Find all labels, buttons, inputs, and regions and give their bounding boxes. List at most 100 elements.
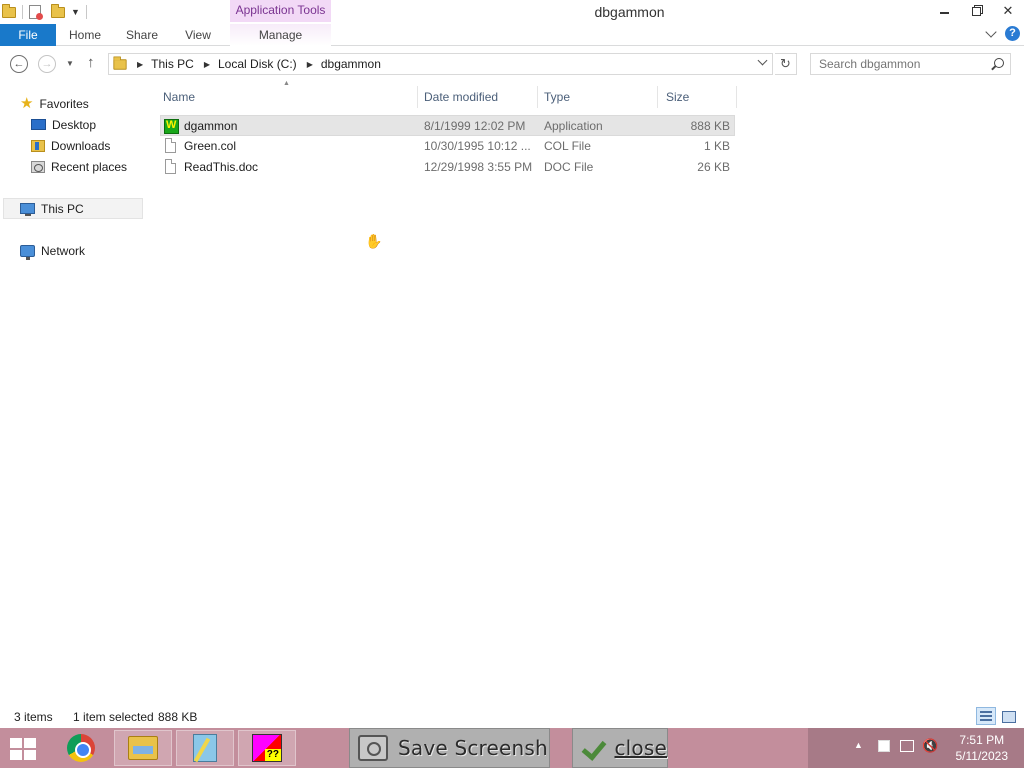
refresh-icon: ↻ — [780, 56, 791, 71]
start-button[interactable] — [10, 738, 38, 760]
nav-recent-places[interactable]: Recent places — [31, 156, 127, 177]
nav-network-label: Network — [41, 243, 86, 258]
taskbar-game[interactable]: ?? — [238, 730, 296, 766]
restore-icon — [971, 6, 981, 16]
save-screenshot-button[interactable]: Save Screenshot — [349, 728, 550, 768]
file-row-green-col[interactable]: Green.col 10/30/1995 10:12 ... COL File … — [160, 136, 735, 157]
tab-manage[interactable]: Manage — [230, 24, 331, 46]
recent-locations-dropdown-icon[interactable]: ▼ — [66, 59, 74, 68]
action-center-flag-icon[interactable] — [878, 740, 890, 752]
clock-date: 5/11/2023 — [955, 749, 1009, 763]
close-window-button[interactable]: ✕ — [992, 0, 1024, 22]
folder-icon — [113, 55, 127, 70]
address-bar[interactable]: ▶ This PC ▶ Local Disk (C:) ▶ dbgammon — [108, 53, 773, 75]
navigation-bar: ← → ▼ ↑ ▶ This PC ▶ Local Disk (C:) ▶ db… — [0, 46, 1024, 82]
large-icons-view-button[interactable] — [998, 707, 1018, 725]
taskbar: ?? Save Screenshot close ▲ 🔇 7:51 PM 5/1… — [0, 728, 1024, 768]
forward-button[interactable]: → — [38, 55, 56, 73]
refresh-button[interactable]: ↻ — [775, 53, 797, 75]
search-input[interactable] — [811, 54, 981, 74]
ribbon-tab-bar: File Home Share View Manage ? — [0, 24, 1024, 46]
tab-view[interactable]: View — [178, 24, 218, 46]
taskbar-notepad[interactable] — [176, 730, 234, 766]
show-hidden-icons-icon[interactable]: ▲ — [854, 740, 863, 750]
document-icon — [165, 159, 176, 174]
file-name: dgammon — [184, 119, 238, 133]
recent-places-icon — [31, 160, 45, 173]
clock-time: 7:51 PM — [959, 733, 1005, 747]
arrow-right-icon: → — [41, 58, 53, 70]
status-bar: 3 items 1 item selected 888 KB — [0, 706, 1024, 728]
column-header-type[interactable]: Type — [536, 86, 658, 108]
nav-favorites[interactable]: ★ Favorites — [20, 93, 89, 114]
breadcrumb-local-disk[interactable]: Local Disk (C:) — [218, 57, 297, 71]
status-selection-size: 888 KB — [158, 710, 198, 724]
file-row-readthis-doc[interactable]: ReadThis.doc 12/29/1998 3:55 PM DOC File… — [160, 157, 735, 178]
windows-logo-icon — [24, 750, 36, 760]
taskbar-file-explorer[interactable] — [114, 730, 172, 766]
volume-muted-icon[interactable]: 🔇 — [922, 738, 938, 754]
close-button[interactable]: close — [572, 728, 668, 768]
nav-downloads[interactable]: Downloads — [31, 135, 110, 156]
taskbar-chrome[interactable] — [52, 730, 110, 766]
file-date: 8/1/1999 12:02 PM — [424, 119, 526, 133]
back-button[interactable]: ← — [10, 55, 28, 73]
camera-icon — [358, 735, 388, 761]
column-header-date-modified[interactable]: Date modified — [416, 86, 538, 108]
file-date: 10/30/1995 10:12 ... — [424, 139, 531, 153]
checkmark-icon — [583, 737, 602, 759]
tab-share[interactable]: Share — [120, 24, 164, 46]
system-tray: ▲ 🔇 7:51 PM 5/11/2023 — [808, 728, 1024, 768]
file-size: 888 KB — [690, 119, 730, 133]
nav-this-pc[interactable]: This PC — [20, 198, 84, 219]
file-row-dgammon[interactable]: dgammon 8/1/1999 12:02 PM Application 88… — [160, 115, 735, 136]
chevron-right-icon[interactable]: ▶ — [137, 60, 143, 69]
window-controls: ✕ — [928, 0, 1024, 24]
arrow-left-icon: ← — [13, 58, 25, 70]
windows-logo-icon — [24, 738, 36, 748]
computer-icon — [20, 203, 35, 216]
nav-recent-label: Recent places — [51, 159, 128, 174]
status-selection: 1 item selected — [73, 710, 154, 724]
nav-downloads-label: Downloads — [51, 138, 111, 153]
windows-logo-icon — [10, 738, 22, 748]
search-icon[interactable] — [994, 58, 1004, 68]
clock[interactable]: 7:51 PM 5/11/2023 — [956, 732, 1009, 764]
window-title: dbgammon — [594, 4, 665, 20]
file-name: Green.col — [184, 139, 237, 153]
close-label: close — [614, 736, 667, 760]
windows-logo-icon — [10, 750, 22, 760]
minimize-icon — [939, 12, 949, 14]
help-icon[interactable]: ? — [1005, 26, 1020, 41]
breadcrumb-this-pc[interactable]: This PC — [151, 57, 194, 71]
restore-button[interactable] — [960, 0, 992, 22]
nav-favorites-label: Favorites — [39, 96, 89, 111]
expand-ribbon-icon[interactable] — [985, 25, 997, 38]
tab-file[interactable]: File — [0, 24, 56, 46]
game-icon-text: ?? — [264, 749, 281, 761]
downloads-icon — [31, 139, 45, 152]
chevron-right-icon[interactable]: ▶ — [307, 60, 313, 69]
hand-cursor-icon: ✋ — [365, 233, 383, 249]
network-tray-icon[interactable] — [900, 740, 914, 752]
address-history-dropdown-icon[interactable] — [757, 55, 768, 66]
chrome-icon — [67, 734, 95, 762]
tab-home[interactable]: Home — [63, 24, 107, 46]
nav-this-pc-label: This PC — [41, 201, 84, 216]
minimize-button[interactable] — [928, 0, 960, 22]
up-one-level-button[interactable]: ↑ — [87, 54, 95, 71]
column-header-name[interactable]: Name — [155, 86, 418, 108]
nav-network[interactable]: Network — [20, 240, 85, 261]
column-header-size[interactable]: Size — [658, 86, 737, 108]
chevron-right-icon[interactable]: ▶ — [204, 60, 210, 69]
desktop-icon — [31, 119, 46, 130]
nav-desktop[interactable]: Desktop — [31, 114, 96, 135]
file-size: 1 KB — [703, 139, 730, 153]
title-bar: ▼ Application Tools dbgammon ✕ — [0, 0, 1024, 24]
details-view-button[interactable] — [976, 707, 996, 725]
file-size: 26 KB — [697, 160, 730, 174]
search-box[interactable] — [810, 53, 1011, 75]
breadcrumb-dbgammon[interactable]: dbgammon — [321, 57, 381, 71]
file-explorer-icon — [128, 736, 158, 760]
network-icon — [20, 244, 35, 260]
